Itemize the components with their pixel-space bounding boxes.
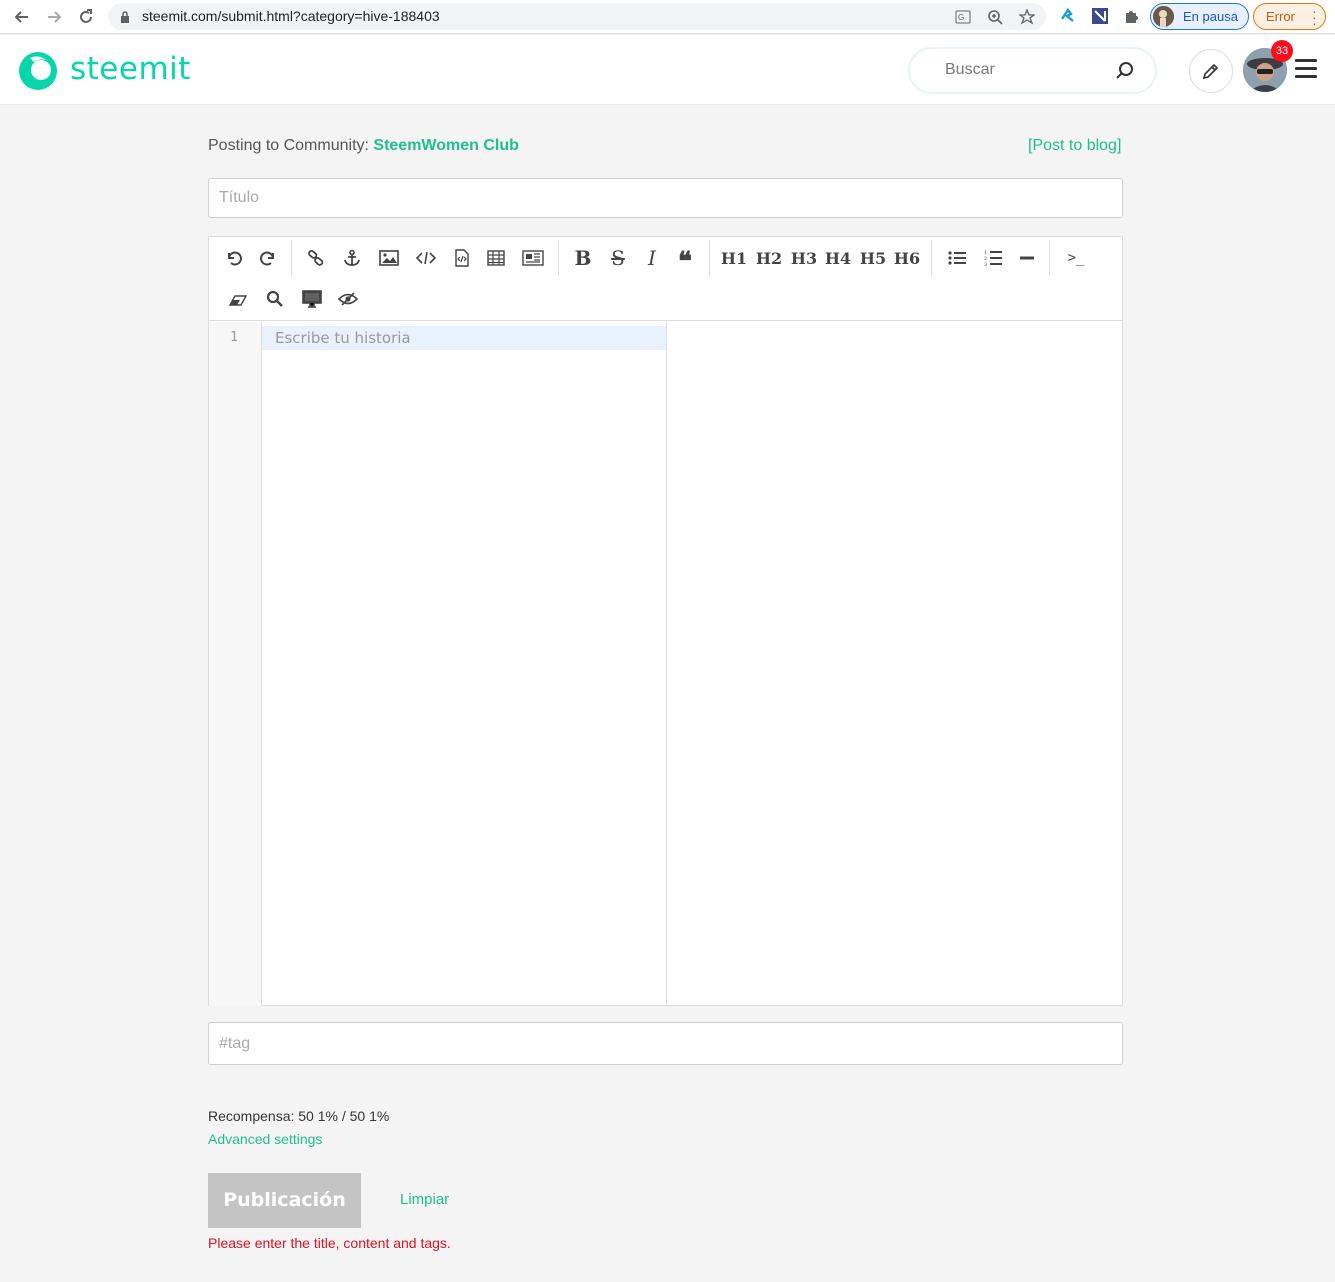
columns-icon[interactable] bbox=[518, 243, 548, 273]
profile-label: En pausa bbox=[1183, 9, 1238, 24]
extension-icon[interactable] bbox=[1090, 6, 1110, 26]
desktop-icon[interactable] bbox=[297, 284, 327, 314]
heading-3-button[interactable]: H3 bbox=[787, 243, 821, 273]
strikethrough-icon[interactable]: S bbox=[603, 243, 633, 273]
heading-1-button[interactable]: H1 bbox=[717, 243, 751, 273]
svg-text:G: G bbox=[958, 13, 964, 22]
publish-button[interactable]: Publicación bbox=[208, 1173, 361, 1228]
title-placeholder: Título bbox=[219, 189, 260, 206]
more-vert-icon: · · · bbox=[1312, 3, 1317, 31]
address-bar[interactable]: steemit.com/submit.html?category=hive-18… bbox=[108, 3, 1046, 30]
translate-icon[interactable]: G bbox=[954, 8, 972, 26]
url-text: steemit.com/submit.html?category=hive-18… bbox=[142, 8, 440, 24]
steemit-logo-icon[interactable] bbox=[16, 48, 60, 92]
horizontal-rule-icon[interactable] bbox=[1012, 243, 1042, 273]
code-icon[interactable] bbox=[411, 243, 441, 273]
browser-toolbar: steemit.com/submit.html?category=hive-18… bbox=[0, 0, 1335, 34]
logo-text[interactable]: steemit bbox=[70, 51, 191, 87]
search-input[interactable]: Buscar bbox=[945, 61, 995, 79]
bookmark-star-icon[interactable] bbox=[1018, 8, 1036, 26]
search-box[interactable]: Buscar bbox=[908, 47, 1157, 94]
clear-button[interactable]: Limpiar bbox=[400, 1191, 449, 1208]
back-icon[interactable] bbox=[10, 5, 34, 29]
editor-text-area[interactable]: Escribe tu historia bbox=[262, 326, 666, 350]
search-icon[interactable] bbox=[260, 284, 290, 314]
error-label: Error bbox=[1266, 9, 1295, 24]
pencil-icon bbox=[1202, 63, 1219, 80]
heading-2-button[interactable]: H2 bbox=[752, 243, 786, 273]
profile-avatar bbox=[1153, 6, 1174, 27]
lock-icon bbox=[120, 10, 130, 28]
svg-text:3: 3 bbox=[984, 262, 987, 267]
bullet-list-icon[interactable] bbox=[942, 243, 972, 273]
heading-6-button[interactable]: H6 bbox=[890, 243, 924, 273]
zoom-icon[interactable] bbox=[986, 8, 1004, 26]
heading-4-button[interactable]: H4 bbox=[821, 243, 855, 273]
markdown-editor: B S I ❝ H1 H2 H3 H4 H5 H6 123 >_ 1 Escri… bbox=[208, 236, 1123, 1006]
editor-toolbar: B S I ❝ H1 H2 H3 H4 H5 H6 123 >_ bbox=[209, 237, 1122, 321]
posting-community-line: Posting to Community: SteemWomen Club bbox=[208, 137, 519, 155]
link-icon[interactable] bbox=[301, 243, 331, 273]
italic-icon[interactable]: I bbox=[637, 243, 667, 273]
forward-icon[interactable] bbox=[42, 5, 66, 29]
numbered-list-icon[interactable]: 123 bbox=[978, 243, 1008, 273]
redo-icon[interactable] bbox=[253, 243, 283, 273]
line-number: 1 bbox=[230, 330, 238, 345]
undo-icon[interactable] bbox=[219, 243, 249, 273]
title-field[interactable]: Título bbox=[208, 178, 1123, 218]
preview-icon[interactable] bbox=[333, 284, 363, 314]
image-icon[interactable] bbox=[374, 243, 404, 273]
reward-text: Recompensa: 50 1% / 50 1% bbox=[208, 1108, 390, 1124]
puzzle-icon[interactable] bbox=[1122, 6, 1142, 26]
post-to-blog-link[interactable]: [Post to blog] bbox=[1028, 137, 1121, 155]
posting-prefix: Posting to Community: bbox=[208, 137, 374, 154]
advanced-settings-link[interactable]: Advanced settings bbox=[208, 1131, 322, 1147]
bold-icon[interactable]: B bbox=[568, 243, 598, 273]
terminal-icon[interactable]: >_ bbox=[1061, 243, 1091, 273]
anchor-icon[interactable] bbox=[337, 243, 367, 273]
code-file-icon[interactable] bbox=[447, 243, 477, 273]
error-message: Please enter the title, content and tags… bbox=[208, 1235, 451, 1251]
hamburger-menu-icon[interactable] bbox=[1295, 59, 1317, 79]
new-post-button[interactable] bbox=[1189, 49, 1233, 93]
site-header: steemit Buscar 33 bbox=[0, 35, 1335, 105]
eraser-icon[interactable] bbox=[223, 284, 253, 314]
tag-placeholder: #tag bbox=[219, 1035, 251, 1052]
heading-5-button[interactable]: H5 bbox=[856, 243, 890, 273]
search-icon[interactable] bbox=[1115, 61, 1135, 86]
body-placeholder: Escribe tu historia bbox=[275, 329, 411, 347]
quote-icon[interactable]: ❝ bbox=[670, 243, 700, 277]
reload-icon[interactable] bbox=[74, 5, 98, 29]
error-button[interactable]: Error · · · bbox=[1253, 3, 1326, 30]
table-icon[interactable] bbox=[481, 243, 511, 273]
notification-badge[interactable]: 33 bbox=[1271, 40, 1293, 62]
line-number-gutter: 1 bbox=[209, 322, 262, 1006]
extension-icon[interactable] bbox=[1058, 6, 1078, 26]
tag-field[interactable]: #tag bbox=[208, 1022, 1123, 1065]
profile-button[interactable]: En pausa bbox=[1150, 3, 1249, 30]
community-link[interactable]: SteemWomen Club bbox=[373, 137, 519, 154]
editor-preview-divider bbox=[666, 322, 667, 1006]
